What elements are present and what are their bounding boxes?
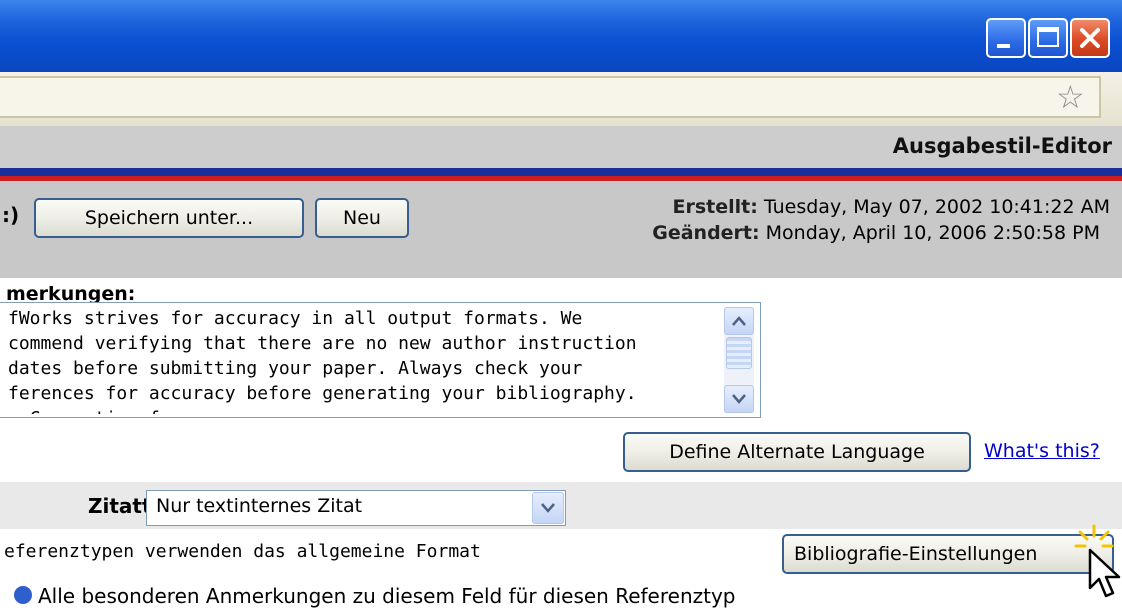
truncated-label: :): [2, 203, 20, 227]
maximize-button[interactable]: [1028, 18, 1068, 58]
chevron-up-icon: [732, 316, 746, 326]
modified-info: Geändert: Monday, April 10, 2006 2:50:58…: [652, 222, 1100, 244]
save-as-button[interactable]: Speichern unter...: [34, 198, 304, 238]
citation-type-value[interactable]: Nur textinternes Zitat: [156, 495, 362, 517]
created-label: Erstellt:: [672, 196, 758, 218]
modified-value: Monday, April 10, 2006 2:50:58 PM: [759, 222, 1100, 244]
scroll-up-button[interactable]: [724, 307, 754, 335]
close-icon: [1080, 28, 1100, 48]
maximize-icon: [1037, 27, 1059, 47]
notes-text[interactable]: fWorks strives for accuracy in all outpu…: [8, 306, 720, 414]
select-dropdown-button[interactable]: [532, 492, 564, 524]
minimize-button[interactable]: [986, 18, 1026, 58]
new-button[interactable]: Neu: [315, 198, 409, 238]
header-stripe-blue: [0, 168, 1122, 176]
star-icon[interactable]: ☆: [1056, 80, 1085, 114]
close-button[interactable]: [1070, 18, 1110, 58]
define-alternate-language-button[interactable]: Define Alternate Language: [623, 432, 971, 472]
scroll-thumb[interactable]: [726, 337, 752, 369]
modified-label: Geändert:: [652, 222, 760, 244]
field-note-text: Alle besonderen Anmerkungen zu diesem Fe…: [38, 584, 736, 608]
reference-types-text: eferenztypen verwenden das allgemeine Fo…: [4, 541, 481, 562]
created-value: Tuesday, May 07, 2002 10:41:22 AM: [757, 196, 1110, 218]
window-titlebar: [0, 0, 1122, 72]
bibliography-settings-button[interactable]: Bibliografie-Einstellungen: [782, 534, 1114, 574]
chevron-down-icon: [541, 503, 555, 513]
scroll-down-button[interactable]: [724, 385, 754, 413]
chevron-down-icon: [732, 394, 746, 404]
minimize-icon: [997, 44, 1010, 48]
mouse-cursor-icon: [1088, 548, 1121, 598]
url-field[interactable]: [0, 76, 1101, 118]
created-info: Erstellt: Tuesday, May 07, 2002 10:41:22…: [673, 196, 1111, 218]
info-bullet-icon: [14, 586, 32, 604]
page-title: Ausgabestil-Editor: [892, 134, 1112, 158]
whats-this-link[interactable]: What's this?: [984, 440, 1100, 462]
